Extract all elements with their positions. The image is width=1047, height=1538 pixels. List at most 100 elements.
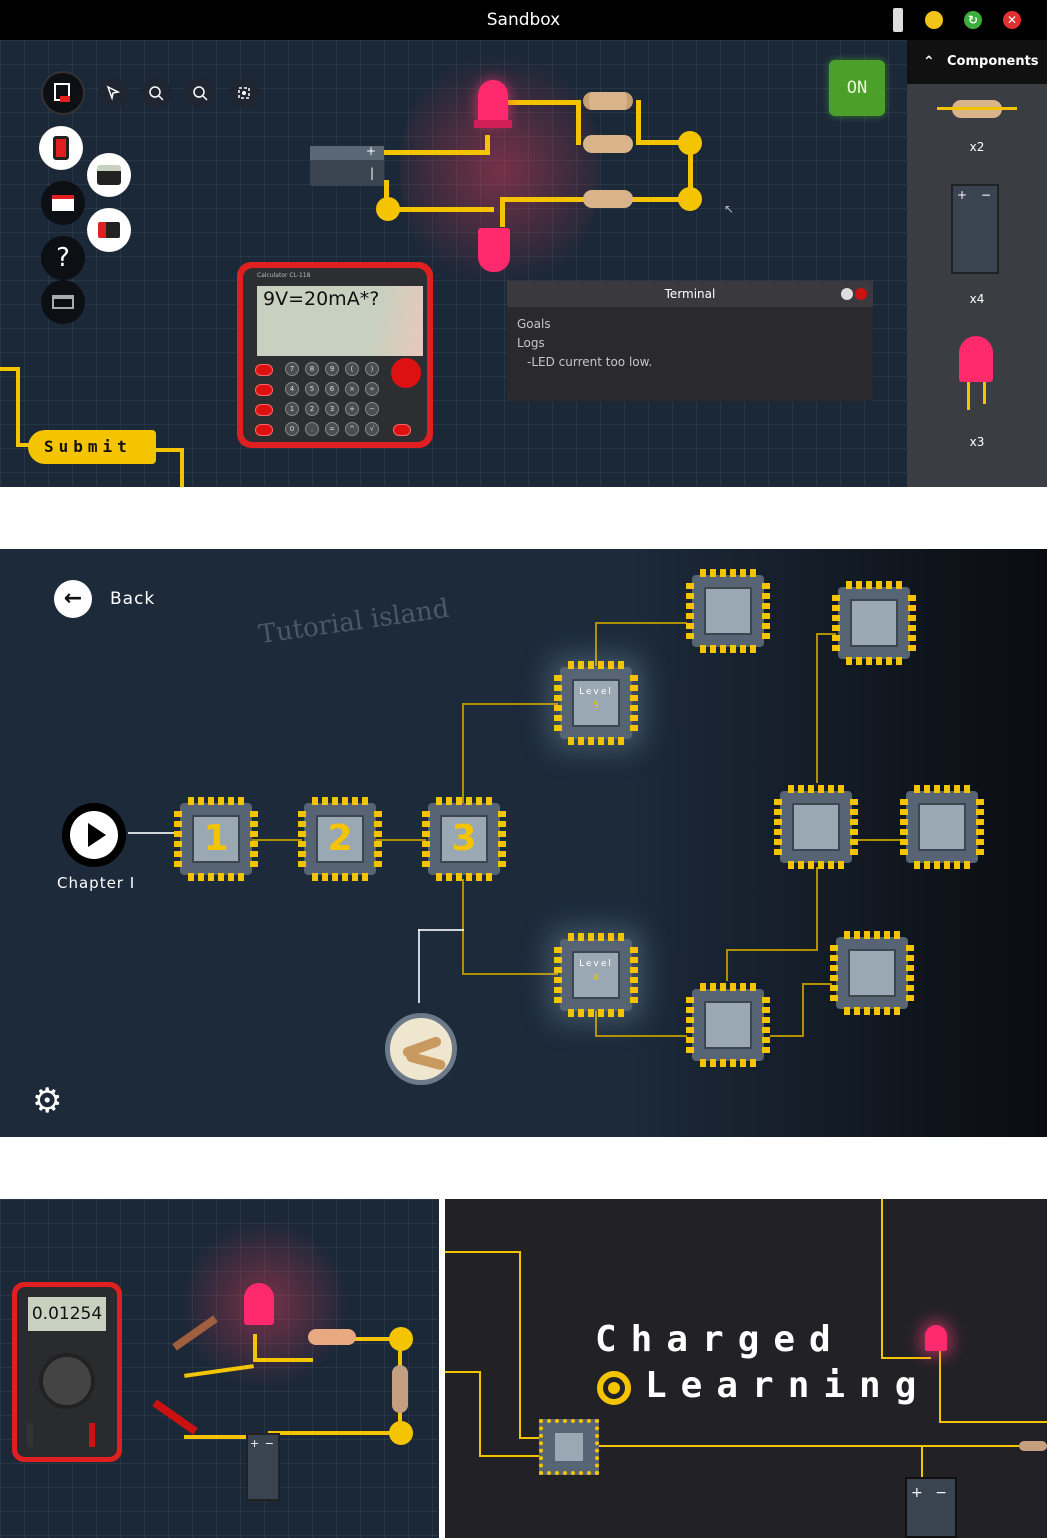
calc-dpad[interactable] — [391, 358, 421, 388]
level-3-chip[interactable]: 3 — [422, 797, 506, 881]
resistor[interactable] — [392, 1365, 408, 1413]
resistor[interactable] — [583, 92, 633, 110]
calc-key[interactable]: = — [325, 422, 339, 436]
calc-key[interactable] — [255, 364, 273, 376]
calc-key[interactable]: − — [365, 402, 379, 416]
battery[interactable]: + − — [246, 1433, 280, 1501]
calc-key[interactable]: ) — [365, 362, 379, 376]
red-probe[interactable] — [89, 1423, 95, 1447]
locked-level-chip[interactable] — [686, 983, 770, 1067]
multimeter-dial[interactable] — [39, 1353, 95, 1409]
back-arrow-icon[interactable]: ← — [54, 580, 92, 618]
zoom-in-icon[interactable] — [141, 78, 171, 108]
circuit-canvas[interactable]: ? + | ↖ Calculator CL-118 9V=20mA*? 7 8 … — [0, 40, 907, 487]
calc-key[interactable]: 5 — [305, 382, 319, 396]
resistor[interactable] — [583, 190, 633, 208]
wire[interactable] — [636, 100, 641, 145]
resistor[interactable] — [583, 135, 633, 153]
play-chapter-button[interactable] — [62, 803, 126, 867]
calc-key[interactable] — [255, 424, 273, 436]
calc-key[interactable]: 8 — [305, 362, 319, 376]
locked-level-chip[interactable] — [686, 569, 770, 653]
wire[interactable] — [500, 197, 505, 227]
back-label[interactable]: Back — [110, 589, 155, 609]
calc-key[interactable]: 0 — [285, 422, 299, 436]
battery[interactable]: + | — [310, 144, 384, 186]
black-probe[interactable] — [27, 1423, 33, 1447]
locked-level-chip[interactable] — [900, 785, 984, 869]
calc-key[interactable]: 4 — [285, 382, 299, 396]
select-tool-icon[interactable] — [98, 78, 128, 108]
wire-node[interactable] — [389, 1327, 413, 1351]
wire[interactable] — [184, 1435, 254, 1439]
zoom-out-icon[interactable] — [185, 78, 215, 108]
calc-key[interactable]: ( — [345, 362, 359, 376]
notebook-tool-icon[interactable] — [41, 71, 85, 115]
wire[interactable] — [253, 1358, 313, 1362]
locked-level-chip[interactable] — [774, 785, 858, 869]
toolbox-icon[interactable] — [41, 181, 85, 225]
probe-tip[interactable] — [152, 1399, 198, 1435]
calc-solve-key[interactable] — [393, 424, 411, 436]
level-4-chip[interactable]: Level 4 — [554, 933, 638, 1017]
calc-key[interactable]: 1 — [285, 402, 299, 416]
terminal-logs[interactable]: Logs — [507, 334, 873, 353]
wire[interactable] — [384, 207, 494, 212]
resistor-collectible-icon[interactable] — [385, 1013, 457, 1085]
level-1-chip[interactable]: 1 — [174, 797, 258, 881]
calculator[interactable]: Calculator CL-118 9V=20mA*? 7 8 9 ( ) 4 … — [237, 262, 433, 448]
level-5-chip[interactable]: Level 5 — [554, 661, 638, 745]
level-2-chip[interactable]: 2 — [298, 797, 382, 881]
calc-key[interactable]: √ — [365, 422, 379, 436]
locked-level-chip[interactable] — [832, 581, 916, 665]
multimeter-tool-icon[interactable] — [39, 126, 83, 170]
help-icon[interactable]: ? — [41, 236, 85, 280]
terminal-close-icon[interactable] — [855, 288, 867, 300]
locked-level-chip[interactable] — [830, 931, 914, 1015]
wire-node[interactable] — [678, 187, 702, 211]
calc-key[interactable]: 6 — [325, 382, 339, 396]
components-header[interactable]: ⌃ Components — [907, 40, 1047, 84]
wire[interactable] — [16, 367, 20, 447]
calc-key[interactable]: ÷ — [365, 382, 379, 396]
calc-key[interactable]: 2 — [305, 402, 319, 416]
led[interactable] — [244, 1283, 274, 1325]
terminal-minimize-icon[interactable] — [841, 288, 853, 300]
battery-component-icon[interactable]: + − — [951, 184, 999, 274]
calc-key[interactable]: 3 — [325, 402, 339, 416]
resistor[interactable] — [308, 1329, 356, 1345]
splash-wire — [921, 1447, 923, 1477]
led-component-icon[interactable] — [959, 336, 993, 382]
hint-lightbulb-icon[interactable] — [925, 11, 943, 29]
window-icon[interactable] — [41, 280, 85, 324]
calculator-tool-icon[interactable] — [87, 153, 131, 197]
fit-view-icon[interactable] — [229, 78, 259, 108]
wire[interactable] — [576, 100, 581, 145]
wire[interactable] — [268, 1431, 402, 1435]
calc-key[interactable] — [255, 384, 273, 396]
led[interactable] — [478, 228, 510, 272]
calc-key[interactable]: ^ — [345, 422, 359, 436]
wire[interactable] — [485, 135, 490, 155]
wire[interactable] — [180, 448, 184, 487]
submit-button[interactable]: Submit — [28, 430, 156, 464]
power-button[interactable]: ON — [829, 60, 885, 116]
wire-node[interactable] — [678, 131, 702, 155]
wire-node[interactable] — [376, 197, 400, 221]
calc-key[interactable]: . — [305, 422, 319, 436]
settings-gear-icon[interactable]: ⚙ — [32, 1084, 62, 1118]
calc-key[interactable]: 9 — [325, 362, 339, 376]
wire-node[interactable] — [389, 1421, 413, 1445]
refresh-icon[interactable]: ↻ — [964, 11, 982, 29]
calc-key[interactable]: + — [345, 402, 359, 416]
calc-key[interactable]: × — [345, 382, 359, 396]
terminal-window[interactable]: Terminal Goals Logs -LED current too low… — [507, 281, 873, 401]
wire[interactable] — [384, 150, 488, 155]
calc-key[interactable] — [255, 404, 273, 416]
led[interactable] — [478, 80, 508, 124]
multimeter[interactable]: 0.01254 — [12, 1282, 122, 1462]
terminal-goals[interactable]: Goals — [507, 315, 873, 334]
close-icon[interactable]: ✕ — [1003, 11, 1021, 29]
calc-key[interactable]: 7 — [285, 362, 299, 376]
oscilloscope-tool-icon[interactable] — [87, 208, 131, 252]
